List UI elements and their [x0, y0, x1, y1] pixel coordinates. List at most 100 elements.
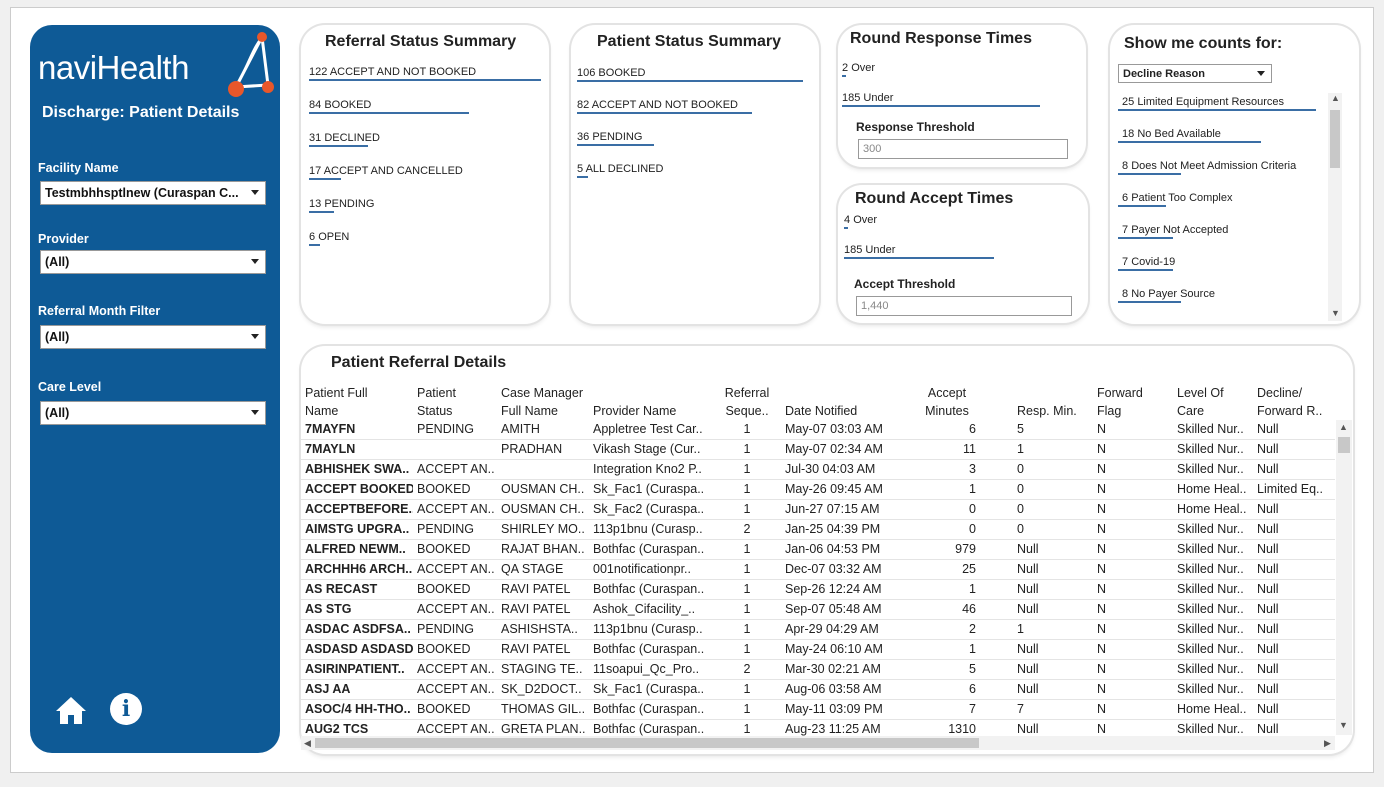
table-row[interactable]: AS RECAST BOOKED RAVI PATEL Bothfac (Curasp…	[301, 580, 1335, 600]
info-icon[interactable]: i	[110, 693, 142, 725]
scroll-down-icon[interactable]: ▼	[1331, 308, 1340, 318]
scroll-up-icon[interactable]: ▲	[1331, 93, 1340, 103]
summary-bar-label[interactable]: 106 BOOKED	[577, 67, 646, 79]
summary-bar-label[interactable]: 13 PENDING	[309, 198, 374, 210]
home-icon[interactable]	[54, 693, 88, 727]
summary-bar[interactable]	[309, 145, 368, 147]
table-cell: 1	[969, 482, 976, 496]
column-header-line2: Care	[1177, 404, 1205, 418]
summary-bar[interactable]	[309, 79, 541, 81]
column-header-line2: Status	[417, 404, 453, 418]
table-row[interactable]: ACCEPTBEFORE.. ACCEPT AN.. OUSMAN CH.. Sk_F…	[301, 500, 1335, 520]
column-header[interactable]: Patient Full Name	[305, 384, 413, 420]
table-row[interactable]: 7MAYFN PENDING AMITH Appletree Test Car.. 1 M…	[301, 420, 1335, 440]
table-scroll-down-icon[interactable]: ▼	[1339, 720, 1348, 730]
decline-reason-item[interactable]: 25 Limited Equipment Resources	[1122, 96, 1284, 108]
facility-select[interactable]: Testmbhhsptlnew (Curaspan C...	[40, 181, 266, 205]
decline-reason-item[interactable]: 18 No Bed Available	[1122, 128, 1221, 140]
table-cell: Null	[1017, 562, 1039, 576]
summary-bar[interactable]	[309, 112, 469, 114]
care-level-select[interactable]: (All)	[40, 401, 266, 425]
table-row[interactable]: ASDAC ASDFSA.. PENDING ASHISHSTA.. 113p1bnu…	[301, 620, 1335, 640]
table-cell: BOOKED	[417, 582, 471, 596]
count-type-select[interactable]: Decline Reason	[1118, 64, 1272, 83]
summary-bar-label[interactable]: 185 Under	[842, 92, 893, 104]
reason-label: No Payer Source	[1131, 288, 1215, 300]
summary-bar-label[interactable]: 185 Under	[844, 244, 895, 256]
table-row[interactable]: ASOC/4 HH-THO.. BOOKED THOMAS GIL.. Bothfac…	[301, 700, 1335, 720]
table-row[interactable]: 7MAYLN PRADHAN Vikash Stage (Cur.. 1 May-07 …	[301, 440, 1335, 460]
summary-bar-label[interactable]: 84 BOOKED	[309, 99, 371, 111]
summary-bar[interactable]	[844, 227, 848, 229]
summary-bar-label[interactable]: 17 ACCEPT AND CANCELLED	[309, 165, 463, 177]
bar-count: 2	[842, 62, 849, 74]
table-row[interactable]: ABHISHEK SWA.. ACCEPT AN.. Integration Kno…	[301, 460, 1335, 480]
decline-reason-item[interactable]: 7 Payer Not Accepted	[1122, 224, 1228, 236]
provider-select[interactable]: (All)	[40, 250, 266, 274]
accept-threshold-input[interactable]: 1,440	[856, 296, 1072, 316]
table-cell: Null	[1257, 622, 1279, 636]
summary-bar[interactable]	[309, 178, 341, 180]
table-cell: Skilled Nur..	[1177, 642, 1244, 656]
column-header[interactable]: Accept Minutes	[912, 384, 982, 420]
column-header[interactable]: Provider Name	[593, 384, 719, 420]
column-header[interactable]: Patient Status	[417, 384, 499, 420]
summary-bar[interactable]	[577, 144, 654, 146]
summary-bar[interactable]	[577, 176, 588, 178]
column-header[interactable]: Resp. Min.	[1017, 384, 1093, 420]
table-row[interactable]: AIMSTG UPGRA.. PENDING SHIRLEY MO.. 113p1bn…	[301, 520, 1335, 540]
decline-reason-item[interactable]: 7 Covid-19	[1122, 256, 1175, 268]
column-header[interactable]: Referral Seque..	[722, 384, 772, 420]
summary-bar[interactable]	[309, 244, 320, 246]
table-row[interactable]: ASIRINPATIENT.. ACCEPT AN.. STAGING TE.. 11…	[301, 660, 1335, 680]
summary-bar-label[interactable]: 6 OPEN	[309, 231, 349, 243]
table-cell: 11soapui_Qc_Pro..	[593, 662, 700, 676]
table-row[interactable]: ALFRED NEWM.. BOOKED RAJAT BHAN.. Bothfac (…	[301, 540, 1335, 560]
summary-bar[interactable]	[577, 80, 803, 82]
table-row[interactable]: ASJ AA ACCEPT AN.. SK_D2DOCT.. Sk_Fac1 (Cur…	[301, 680, 1335, 700]
summary-bar-label[interactable]: 36 PENDING	[577, 131, 642, 143]
table-row[interactable]: ASDASD ASDASD BOOKED RAVI PATEL Bothfac (Cu…	[301, 640, 1335, 660]
table-horizontal-scroll-thumb[interactable]	[315, 738, 979, 748]
summary-bar[interactable]	[577, 112, 752, 114]
table-vertical-scrollbar[interactable]	[1336, 420, 1352, 735]
table-row[interactable]: AS STG ACCEPT AN.. RAVI PATEL Ashok_Cifacil…	[301, 600, 1335, 620]
table-row[interactable]: ACCEPT BOOKED BOOKED OUSMAN CH.. Sk_Fac1 (C…	[301, 480, 1335, 500]
table-cell: 7	[969, 702, 976, 716]
summary-bar-label[interactable]: 122 ACCEPT AND NOT BOOKED	[309, 66, 476, 78]
response-times-card: Round Response Times Response Threshold …	[838, 25, 1086, 167]
column-header[interactable]: Date Notified	[785, 384, 909, 420]
decline-reason-item[interactable]: 8 Does Not Meet Admission Criteria	[1122, 160, 1296, 172]
column-header[interactable]: Decline/Forward R..	[1257, 384, 1333, 420]
summary-bar[interactable]	[842, 75, 846, 77]
table-scroll-left-icon[interactable]: ◀	[304, 738, 311, 749]
summary-bar[interactable]	[844, 257, 994, 259]
column-header[interactable]: Forward Flag	[1097, 384, 1173, 420]
response-threshold-input[interactable]: 300	[858, 139, 1068, 159]
summary-bar[interactable]	[309, 211, 334, 213]
table-cell: 1	[743, 562, 751, 576]
decline-reason-item[interactable]: 6 Patient Too Complex	[1122, 192, 1233, 204]
table-scroll-up-icon[interactable]: ▲	[1339, 422, 1348, 432]
counts-scroll-thumb[interactable]	[1330, 110, 1340, 168]
table-scroll-right-icon[interactable]: ▶	[1324, 738, 1331, 749]
table-cell: N	[1097, 662, 1107, 676]
bar-count: 185	[844, 244, 863, 256]
summary-bar-label[interactable]: 2 Over	[842, 62, 875, 74]
column-header[interactable]: Case Manager Full Name	[501, 384, 589, 420]
table-row[interactable]: ARCHHH6 ARCH.. ACCEPT AN.. QA STAGE 001noti…	[301, 560, 1335, 580]
bar-label: OPEN	[318, 231, 350, 243]
summary-bar[interactable]	[842, 105, 1040, 107]
table-cell: 1	[743, 462, 751, 476]
referral-month-select[interactable]: (All)	[40, 325, 266, 349]
summary-bar-label[interactable]: 82 ACCEPT AND NOT BOOKED	[577, 99, 738, 111]
summary-bar-label[interactable]: 31 DECLINED	[309, 132, 380, 144]
table-cell: 0	[1017, 502, 1024, 516]
decline-reason-item[interactable]: 8 No Payer Source	[1122, 288, 1215, 300]
summary-bar-label[interactable]: 4 Over	[844, 214, 877, 226]
column-header[interactable]: Level Of Care	[1177, 384, 1255, 420]
summary-bar-label[interactable]: 5 ALL DECLINED	[577, 163, 663, 175]
table-vertical-scroll-thumb[interactable]	[1338, 437, 1350, 453]
facility-filter-label: Facility Name	[38, 161, 119, 175]
table-cell: Appletree Test Car..	[593, 422, 703, 436]
